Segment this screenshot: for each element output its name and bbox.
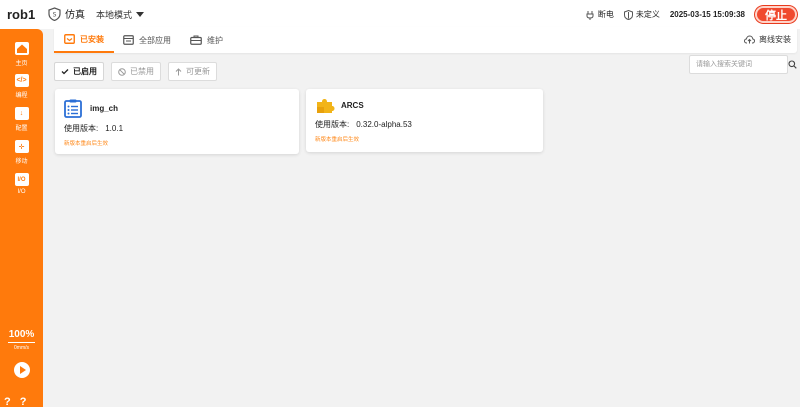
app-card-img-ch[interactable]: img_ch 使用版本: 1.0.1 新版本重启后生效 <box>55 89 299 154</box>
offline-install-label: 离线安装 <box>759 35 791 44</box>
tab-label: 全部应用 <box>139 35 171 45</box>
search-input[interactable] <box>690 56 787 73</box>
sidebar-item-home[interactable]: 主页 <box>0 42 43 67</box>
sim-shield-icon: S <box>48 6 61 21</box>
power-status: 断电 <box>585 9 614 20</box>
mode-label: 本地模式 <box>96 10 133 20</box>
chevron-down-icon <box>136 12 145 17</box>
ban-icon <box>118 67 126 76</box>
tab-label: 已安装 <box>80 34 104 44</box>
sidebar-item-label: 编程 <box>15 93 28 99</box>
sidebar-item-move[interactable]: ✛ 移动 <box>0 140 43 165</box>
apps-icon <box>123 35 134 45</box>
speed-unit: 0mm/s <box>14 345 29 351</box>
restart-note: 新版本重启后生效 <box>64 141 109 147</box>
help-marks[interactable]: ? ? ? ? <box>4 396 43 407</box>
move-icon: ✛ <box>14 140 29 153</box>
search-icon <box>788 60 797 69</box>
version-label: 使用版本: <box>315 120 350 129</box>
tabs-bar: 已安装 全部应用 维护 离线安装 <box>54 27 797 53</box>
robot-name: rob1 <box>7 7 36 22</box>
play-icon <box>20 366 26 374</box>
tab-installed[interactable]: 已安装 <box>54 27 114 53</box>
filter-updatable-button[interactable]: 可更新 <box>168 62 217 81</box>
stop-button[interactable]: 停止 <box>755 6 797 23</box>
clipboard-list-icon <box>64 99 82 118</box>
arrow-up-icon <box>175 67 182 75</box>
status-group: 断电 未定义 2025-03-15 15:09:38 停止 <box>585 0 800 29</box>
sidebar-item-config[interactable]: ↓ 配置 <box>0 107 43 132</box>
speed-value[interactable]: 100% <box>0 329 43 340</box>
sidebar-item-program[interactable]: </> 编程 <box>0 74 43 99</box>
filter-disabled-button[interactable]: 已禁用 <box>111 62 161 81</box>
sidebar-item-label: I/O <box>17 189 26 195</box>
tab-maintenance[interactable]: 维护 <box>190 27 223 53</box>
filter-label: 已禁用 <box>130 67 154 76</box>
app-version-row: 使用版本: 1.0.1 <box>64 123 123 134</box>
cloud-upload-icon <box>744 35 755 44</box>
version-label: 使用版本: <box>64 124 99 133</box>
simulation-indicator[interactable]: S 仿真 <box>48 6 85 21</box>
app-name: img_ch <box>90 104 119 113</box>
sim-label: 仿真 <box>65 10 85 21</box>
filter-enabled-button[interactable]: 已启用 <box>54 62 104 81</box>
top-bar: rob1 S 仿真 本地模式 断电 未定义 2025-03-15 15:09:3… <box>0 0 800 29</box>
power-status-label: 断电 <box>597 10 614 19</box>
search-button[interactable] <box>787 56 797 73</box>
datetime: 2025-03-15 15:09:38 <box>669 10 745 19</box>
check-icon <box>61 69 69 75</box>
mode-select[interactable]: 本地模式 <box>96 8 145 21</box>
play-button[interactable] <box>14 362 30 378</box>
sidebar-item-io[interactable]: I/O I/O <box>0 173 43 195</box>
package-icon <box>64 34 75 44</box>
puzzle-icon <box>317 99 335 113</box>
sidebar-item-label: 配置 <box>15 126 28 132</box>
app-name: ARCS <box>341 101 364 110</box>
speed-divider <box>8 342 35 343</box>
svg-text:S: S <box>53 11 57 18</box>
offline-install-button[interactable]: 离线安装 <box>744 34 791 45</box>
sidebar-item-label: 主页 <box>15 61 28 67</box>
filter-label: 已启用 <box>73 67 97 76</box>
safety-status-label: 未定义 <box>635 10 660 19</box>
home-icon <box>14 42 29 55</box>
filter-label: 可更新 <box>186 67 210 76</box>
tab-label: 维护 <box>207 35 223 45</box>
code-icon: </> <box>14 74 29 87</box>
version-value: 1.0.1 <box>105 124 124 133</box>
search-box <box>689 55 797 74</box>
app-card-arcs[interactable]: ARCS 使用版本: 0.32.0-alpha.53 新版本重启后生效 <box>306 89 543 152</box>
plug-icon <box>586 10 594 20</box>
io-icon: I/O <box>14 173 29 186</box>
tab-all-apps[interactable]: 全部应用 <box>123 27 171 53</box>
version-value: 0.32.0-alpha.53 <box>356 120 412 129</box>
restart-note: 新版本重启后生效 <box>315 137 360 143</box>
app-version-row: 使用版本: 0.32.0-alpha.53 <box>315 119 412 130</box>
sidebar: 主页 </> 编程 ↓ 配置 ✛ 移动 I/O I/O 100% 0mm/s ?… <box>0 29 43 407</box>
download-icon: ↓ <box>14 107 29 120</box>
sidebar-item-label: 移动 <box>15 159 28 165</box>
toolbox-icon <box>190 35 202 45</box>
shield-icon <box>623 9 633 20</box>
safety-status: 未定义 <box>623 9 660 20</box>
